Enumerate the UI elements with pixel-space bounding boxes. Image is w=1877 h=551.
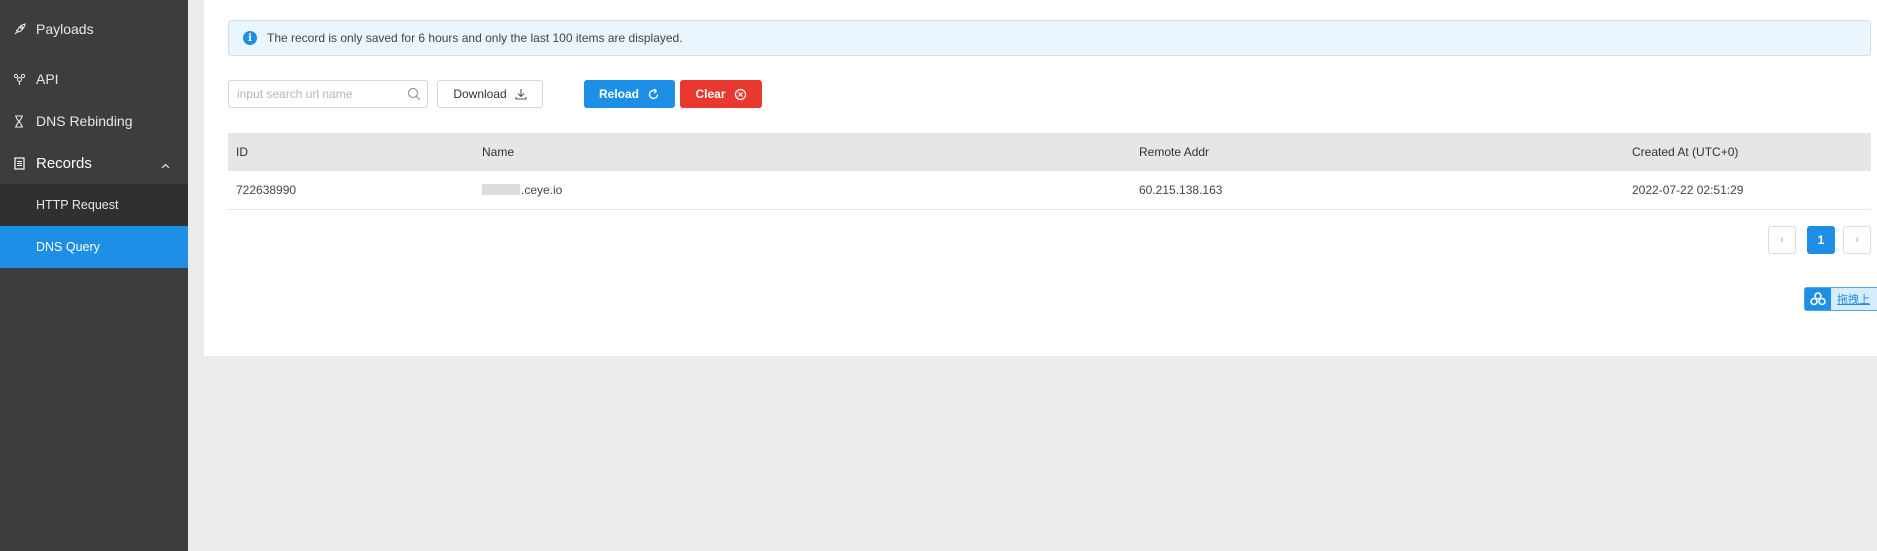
table-row: 722638990 .ceye.io 60.215.138.163 2022-0… bbox=[228, 171, 1871, 210]
search-input[interactable] bbox=[229, 81, 399, 107]
hourglass-icon bbox=[12, 114, 26, 128]
sidebar-item-payloads[interactable]: Payloads bbox=[0, 0, 188, 58]
main-panel: i The record is only saved for 6 hours a… bbox=[204, 0, 1877, 356]
sidebar-item-records[interactable]: Records bbox=[0, 142, 188, 184]
reload-button-label: Reload bbox=[598, 87, 639, 101]
chevron-right-icon: › bbox=[1855, 234, 1859, 246]
column-header-created-at[interactable]: Created At (UTC+0) bbox=[1624, 145, 1871, 159]
download-button-label: Download bbox=[453, 87, 507, 101]
clear-button[interactable]: Clear bbox=[680, 80, 762, 108]
table-header: ID Name Remote Addr Created At (UTC+0) bbox=[228, 133, 1871, 171]
sidebar-item-dns-query[interactable]: DNS Query bbox=[0, 226, 188, 268]
cell-created-at: 2022-07-22 02:51:29 bbox=[1632, 183, 1744, 197]
column-header-remote-addr[interactable]: Remote Addr bbox=[1131, 145, 1624, 159]
cloud-icon bbox=[1805, 288, 1831, 310]
refresh-icon bbox=[647, 88, 660, 101]
rocket-icon bbox=[12, 22, 26, 36]
alert-text: The record is only saved for 6 hours and… bbox=[267, 31, 683, 45]
page-1-button[interactable]: 1 bbox=[1807, 226, 1835, 254]
search-box bbox=[228, 80, 428, 108]
cell-name-text: .ceye.io bbox=[521, 183, 563, 197]
column-header-id[interactable]: ID bbox=[228, 145, 474, 159]
sidebar-item-http-request[interactable]: HTTP Request bbox=[0, 184, 188, 226]
floating-upload-widget[interactable]: 拖拽上 bbox=[1804, 287, 1877, 311]
reload-button[interactable]: Reload bbox=[584, 80, 675, 108]
sidebar: Payloads API DNS Rebinding Records HTTP … bbox=[0, 0, 188, 551]
sidebar-item-label: DNS Rebinding bbox=[36, 113, 133, 129]
sidebar-item-api[interactable]: API bbox=[0, 58, 188, 100]
redacted-block bbox=[482, 184, 520, 195]
download-button[interactable]: Download bbox=[437, 80, 543, 108]
prev-page-button[interactable]: ‹ bbox=[1768, 226, 1796, 254]
sidebar-subitem-label: DNS Query bbox=[36, 240, 100, 254]
cell-remote-addr: 60.215.138.163 bbox=[1139, 183, 1223, 197]
widget-label: 拖拽上 bbox=[1837, 294, 1870, 306]
chevron-up-icon bbox=[161, 156, 170, 173]
sidebar-item-dns-rebinding[interactable]: DNS Rebinding bbox=[0, 100, 188, 142]
app-root: Payloads API DNS Rebinding Records HTTP … bbox=[0, 0, 1877, 551]
close-circle-icon bbox=[734, 88, 747, 101]
download-icon bbox=[515, 88, 527, 100]
sidebar-item-label: API bbox=[36, 71, 59, 87]
records-table: ID Name Remote Addr Created At (UTC+0) 7… bbox=[228, 133, 1871, 210]
next-page-button[interactable]: › bbox=[1843, 226, 1871, 254]
pagination: ‹ 1 › bbox=[1768, 226, 1877, 254]
info-alert: i The record is only saved for 6 hours a… bbox=[228, 20, 1871, 56]
sidebar-subitem-label: HTTP Request bbox=[36, 198, 119, 212]
cell-name: .ceye.io bbox=[474, 183, 1131, 197]
sidebar-item-label: Payloads bbox=[36, 21, 94, 37]
info-icon: i bbox=[243, 31, 257, 45]
clear-button-label: Clear bbox=[695, 87, 726, 101]
sidebar-item-label: Records bbox=[36, 154, 92, 172]
cell-id: 722638990 bbox=[236, 183, 297, 197]
toolbar: Download Reload Clear bbox=[228, 80, 1871, 110]
chevron-left-icon: ‹ bbox=[1780, 234, 1784, 246]
search-icon[interactable] bbox=[407, 87, 421, 106]
api-icon bbox=[12, 72, 26, 86]
column-header-name[interactable]: Name bbox=[474, 145, 1131, 159]
records-icon bbox=[12, 156, 26, 170]
